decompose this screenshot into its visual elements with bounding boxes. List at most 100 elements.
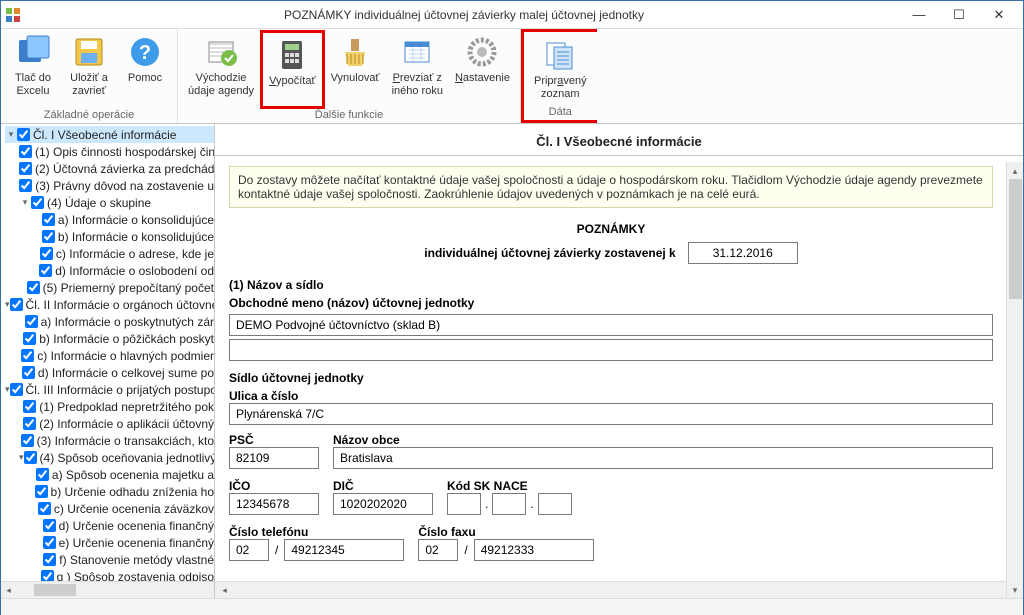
tree-checkbox[interactable] [17, 128, 30, 141]
tree-checkbox[interactable] [43, 536, 56, 549]
tree-item[interactable]: d) Určenie ocenenia finančný [59, 519, 214, 533]
tree-checkbox[interactable] [19, 145, 32, 158]
fax-prefix-input[interactable] [418, 539, 458, 561]
btn-prevziat[interactable]: Prevziať z iného roku [386, 30, 449, 109]
expander-icon[interactable]: ▾ [19, 197, 31, 208]
tree-item[interactable]: b) Určenie odhadu zníženia ho [51, 485, 214, 499]
tree-checkbox[interactable] [35, 485, 48, 498]
tree-item[interactable]: a) Informácie o konsolidujúce [58, 213, 214, 227]
tree-item[interactable]: d) Informácie o oslobodení od [55, 264, 214, 278]
calculator-icon [274, 37, 310, 73]
tree-horizontal-scrollbar[interactable]: ◂ [1, 581, 214, 598]
tree-item[interactable]: c) Informácie o hlavných podmier [37, 349, 214, 363]
btn-pripraveny-zoznam[interactable]: Pripravený zoznam [528, 33, 593, 106]
tree-checkbox[interactable] [43, 519, 56, 532]
btn-ulozit-zavriet[interactable]: Uložiť a zavrieť [61, 30, 117, 109]
tree-checkbox[interactable] [36, 468, 49, 481]
save-icon [71, 34, 107, 70]
nace-input-2[interactable] [492, 493, 526, 515]
expander-icon[interactable]: ▾ [5, 129, 17, 140]
tree-item[interactable]: (4) Spôsob oceňovania jednotlivý [40, 451, 214, 465]
tree-item[interactable]: (3) Informácie o transakciách, kto [37, 434, 214, 448]
btn-tlac-excel[interactable]: Tlač do Excelu [5, 30, 61, 109]
tree-checkbox[interactable] [42, 213, 55, 226]
tree-checkbox[interactable] [25, 315, 38, 328]
tree-checkbox[interactable] [21, 434, 34, 447]
tree-item[interactable]: (2) Informácie o aplikácii účtovný [39, 417, 214, 431]
tree-item[interactable]: Čl. III Informácie o prijatých postupo [26, 383, 214, 397]
ulica-input[interactable] [229, 403, 993, 425]
content-horizontal-scrollbar[interactable]: ◂ ▸ [215, 581, 1023, 598]
import-year-icon [399, 34, 435, 70]
dic-input[interactable] [333, 493, 433, 515]
content-heading: Čl. I Všeobecné informácie [215, 134, 1023, 149]
obch-meno-input[interactable] [229, 314, 993, 336]
tree-checkbox[interactable] [40, 247, 53, 260]
tree-item[interactable]: (1) Predpoklad nepretržitého pok [39, 400, 214, 414]
nace-input-3[interactable] [538, 493, 572, 515]
tree-checkbox[interactable] [23, 332, 36, 345]
ulica-label: Ulica a číslo [229, 389, 993, 403]
tree-item[interactable]: e) Určenie ocenenia finančný [59, 536, 214, 550]
psc-input[interactable] [229, 447, 319, 469]
tree-item[interactable]: b) Informácie o konsolidujúce [58, 230, 214, 244]
tree-checkbox[interactable] [23, 417, 36, 430]
tree-checkbox[interactable] [21, 349, 34, 362]
scroll-up-icon[interactable]: ▴ [1008, 164, 1023, 179]
fax-number-input[interactable] [474, 539, 594, 561]
tree-checkbox[interactable] [39, 264, 52, 277]
btn-pomoc[interactable]: ? Pomoc [117, 30, 173, 109]
scrollbar-thumb[interactable] [1009, 179, 1022, 299]
tree-checkbox[interactable] [22, 366, 35, 379]
tree-item[interactable]: Čl. II Informácie o orgánoch účtovne [26, 298, 214, 312]
excel-print-icon [15, 34, 51, 70]
tree-item[interactable]: a) Informácie o poskytnutých zár [41, 315, 214, 329]
statusbar [1, 598, 1023, 615]
ribbon-group-basic: Tlač do Excelu Uložiť a zavrieť ? Pomoc … [1, 29, 178, 123]
ico-input[interactable] [229, 493, 319, 515]
obec-input[interactable] [333, 447, 993, 469]
tree-item[interactable]: (5) Priemerný prepočítaný počet [43, 281, 214, 295]
tree-checkbox[interactable] [19, 162, 32, 175]
scroll-down-icon[interactable]: ▾ [1008, 583, 1023, 598]
tree-item[interactable]: (4) Údaje o skupine [47, 196, 151, 210]
tree-item[interactable]: c) Určenie ocenenia záväzkov [54, 502, 214, 516]
date-input[interactable] [688, 242, 798, 264]
tree-checkbox[interactable] [19, 179, 32, 192]
tree-item[interactable]: Čl. I Všeobecné informácie [33, 128, 176, 142]
tree-checkbox[interactable] [42, 230, 55, 243]
tree-checkbox[interactable] [27, 281, 40, 294]
tel-number-input[interactable] [284, 539, 404, 561]
tree-checkbox[interactable] [10, 298, 23, 311]
close-button[interactable]: ✕ [979, 4, 1019, 26]
tree-checkbox[interactable] [23, 400, 36, 413]
info-box: Do zostavy môžete načítať kontaktné údaj… [229, 166, 993, 208]
btn-vychodzie-udaje[interactable]: Východzie údaje agendy [182, 30, 260, 109]
obch-meno-input-2[interactable] [229, 339, 993, 361]
tree-item[interactable]: b) Informácie o pôžičkách poskyt [39, 332, 214, 346]
tree-checkbox[interactable] [31, 196, 44, 209]
tree-item[interactable]: (1) Opis činnosti hospodárskej čin [35, 145, 214, 159]
scroll-left-icon[interactable]: ◂ [217, 585, 232, 596]
content-vertical-scrollbar[interactable]: ▴ ▾ [1006, 162, 1023, 598]
nace-input-1[interactable] [447, 493, 481, 515]
tree-item[interactable]: (2) Účtovná závierka za predchád [35, 162, 214, 176]
tree-item[interactable]: d) Informácie o celkovej sume po [38, 366, 214, 380]
tree-checkbox[interactable] [10, 383, 23, 396]
minimize-button[interactable]: — [899, 4, 939, 26]
maximize-button[interactable]: ☐ [939, 4, 979, 26]
tel-prefix-input[interactable] [229, 539, 269, 561]
tree-item[interactable]: c) Informácie o adrese, kde je [56, 247, 214, 261]
nav-tree[interactable]: ▾ Čl. I Všeobecné informácie (1) Opis čin… [1, 124, 214, 598]
tree-checkbox[interactable] [43, 553, 56, 566]
btn-nastavenie[interactable]: Nastavenie [449, 30, 516, 109]
btn-vypocitat[interactable]: Vypočítať [260, 30, 325, 109]
tree-checkbox[interactable] [24, 451, 37, 464]
scrollbar-thumb[interactable] [34, 584, 76, 596]
btn-vynulovat[interactable]: Vynulovať [325, 30, 386, 109]
tree-checkbox[interactable] [38, 502, 51, 515]
tree-item[interactable]: f) Stanovenie metódy vlastné [59, 553, 214, 567]
content-panel: Čl. I Všeobecné informácie Do zostavy mô… [215, 124, 1023, 598]
tree-item[interactable]: a) Spôsob ocenenia majetku a [52, 468, 214, 482]
tree-item[interactable]: (3) Právny dôvod na zostavenie u [35, 179, 214, 193]
